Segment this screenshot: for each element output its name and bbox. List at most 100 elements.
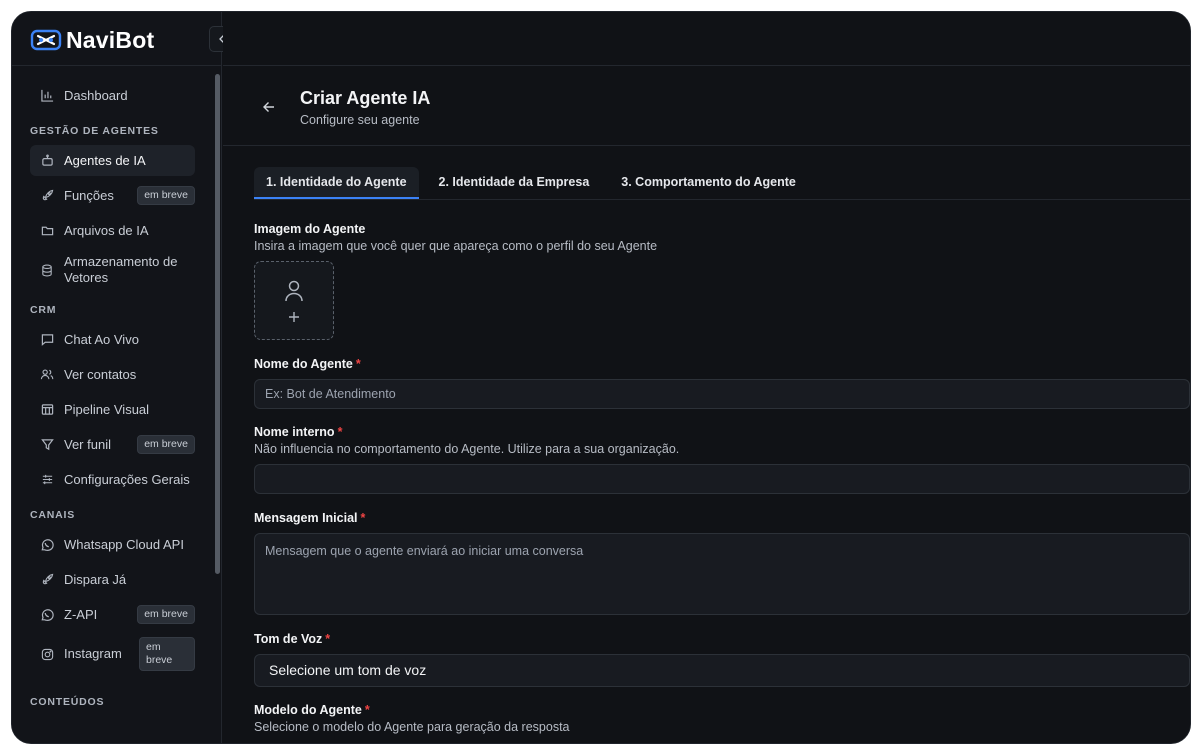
sidebar-item-chat-ao-vivo[interactable]: Chat Ao Vivo xyxy=(30,324,195,355)
users-icon xyxy=(40,368,54,382)
required-marker: * xyxy=(337,425,343,439)
whatsapp-icon xyxy=(40,608,54,622)
initial-message-textarea[interactable]: Mensagem que o agente enviará ao iniciar… xyxy=(254,533,1190,615)
tab-comportamento-agente[interactable]: 3. Comportamento do Agente xyxy=(609,167,808,199)
section-title-gestao: GESTÃO DE AGENTES xyxy=(30,125,159,137)
page-header: Criar Agente IA Configure seu agente xyxy=(223,66,1190,146)
sidebar-item-label: Z-API xyxy=(64,607,98,622)
sidebar-item-funcoes[interactable]: Funções em breve xyxy=(30,180,195,211)
field-label: Nome interno * xyxy=(254,425,1190,439)
kanban-icon xyxy=(40,403,54,417)
required-marker: * xyxy=(325,632,331,646)
page-subtitle: Configure seu agente xyxy=(300,113,420,127)
sidebar-item-label: Dashboard xyxy=(64,88,128,103)
image-upload-box[interactable] xyxy=(254,261,334,340)
sidebar-item-label: Dispara Já xyxy=(64,572,127,587)
folder-icon xyxy=(40,224,54,238)
field-internal-name: Nome interno * Não influencia no comporta… xyxy=(254,425,1190,494)
required-marker: * xyxy=(364,703,370,717)
sidebar-item-label: Chat Ao Vivo xyxy=(64,332,139,347)
field-label-text: Mensagem Inicial xyxy=(254,511,358,525)
field-label-text: Tom de Voz xyxy=(254,632,323,646)
sidebar-item-label: Armazenamento de Vetores xyxy=(64,254,178,285)
sidebar-item-label: Ver funil xyxy=(64,437,111,452)
sidebar-nav: Dashboard GESTÃO DE AGENTES Agentes de I… xyxy=(30,80,195,716)
top-bar xyxy=(223,12,1190,66)
page-title: Criar Agente IA xyxy=(300,88,431,108)
field-help: Não influencia no comportamento do Agent… xyxy=(254,442,680,456)
field-label-text: Nome do Agente xyxy=(254,357,353,371)
required-marker: * xyxy=(355,357,361,371)
tab-identidade-agente[interactable]: 1. Identidade do Agente xyxy=(254,167,419,199)
sidebar-item-label: Ver contatos xyxy=(64,367,137,382)
sidebar: NaviBot Dashboard GESTÃO DE AGENTES Agen… xyxy=(12,12,222,743)
field-agent-name: Nome do Agente * Ex: Bot de Atendimento xyxy=(254,357,1190,409)
instagram-icon xyxy=(40,647,54,661)
sliders-icon xyxy=(40,473,54,487)
field-help: Insira a imagem que você quer que apareç… xyxy=(254,239,658,253)
bot-icon xyxy=(40,154,54,168)
sidebar-divider xyxy=(12,65,222,66)
field-tone: Tom de Voz * Selecione um tom de voz xyxy=(254,632,1190,687)
field-label: Modelo do Agente * xyxy=(254,703,1190,717)
user-icon xyxy=(285,280,303,301)
sidebar-item-ver-contatos[interactable]: Ver contatos xyxy=(30,359,195,390)
form-tabs: 1. Identidade do Agente 2. Identidade da… xyxy=(254,167,1190,200)
sidebar-item-label: Configurações Gerais xyxy=(64,472,190,487)
sidebar-item-dispara-ja[interactable]: Dispara Já xyxy=(30,564,195,595)
sidebar-item-agentes-ia[interactable]: Agentes de IA xyxy=(30,145,195,176)
field-label: Mensagem Inicial * xyxy=(254,511,1190,525)
coming-soon-badge: em breve xyxy=(137,435,195,454)
field-label: Tom de Voz * xyxy=(254,632,1190,646)
plus-icon xyxy=(289,311,299,322)
field-model: Modelo do Agente * Selecione o modelo do … xyxy=(254,703,1190,734)
field-help: Selecione o modelo do Agente para geraçã… xyxy=(254,720,570,734)
coming-soon-badge: em breve xyxy=(139,637,195,671)
app-window: NaviBot Dashboard GESTÃO DE AGENTES Agen… xyxy=(11,11,1191,744)
sidebar-item-label: Whatsapp Cloud API xyxy=(64,537,184,552)
sidebar-item-label: Instagram xyxy=(64,646,122,661)
agent-form: Imagem do Agente Insira a imagem que voc… xyxy=(254,222,1190,734)
internal-name-input[interactable] xyxy=(254,464,1190,494)
sidebar-item-label: Funções xyxy=(64,188,114,203)
sidebar-item-label: Agentes de IA xyxy=(64,153,146,168)
sidebar-item-whatsapp-cloud-api[interactable]: Whatsapp Cloud API xyxy=(30,529,195,560)
sidebar-item-label: Arquivos de IA xyxy=(64,223,149,238)
sidebar-scrollbar[interactable] xyxy=(215,74,220,574)
section-title-crm: CRM xyxy=(30,304,57,316)
sidebar-item-configuracoes-gerais[interactable]: Configurações Gerais xyxy=(30,464,195,495)
tab-identidade-empresa[interactable]: 2. Identidade da Empresa xyxy=(427,167,602,199)
field-label: Nome do Agente * xyxy=(254,357,1190,371)
coming-soon-badge: em breve xyxy=(137,605,195,624)
rocket-icon xyxy=(40,189,54,203)
sidebar-item-armazenamento-vetores[interactable]: Armazenamento de Vetores xyxy=(30,250,195,290)
section-title-canais: CANAIS xyxy=(30,509,76,521)
arrow-left-icon xyxy=(263,102,274,112)
coming-soon-badge: em breve xyxy=(137,186,195,205)
sidebar-item-arquivos-ia[interactable]: Arquivos de IA xyxy=(30,215,195,246)
chat-icon xyxy=(40,333,54,347)
sidebar-item-z-api[interactable]: Z-API em breve xyxy=(30,599,195,630)
sidebar-item-instagram[interactable]: Instagram em breve xyxy=(30,634,195,674)
bar-chart-icon xyxy=(40,89,54,103)
back-button[interactable] xyxy=(261,99,277,115)
rocket-icon xyxy=(40,573,54,587)
field-label-text: Modelo do Agente xyxy=(254,703,362,717)
brand-name: NaviBot xyxy=(66,26,155,53)
sidebar-item-pipeline-visual[interactable]: Pipeline Visual xyxy=(30,394,195,425)
brand-logo[interactable]: NaviBot xyxy=(30,26,154,54)
agent-name-input[interactable]: Ex: Bot de Atendimento xyxy=(254,379,1190,409)
whatsapp-icon xyxy=(40,538,54,552)
sidebar-item-dashboard[interactable]: Dashboard xyxy=(30,80,195,111)
required-marker: * xyxy=(360,511,366,525)
navibot-logo-icon xyxy=(30,29,62,51)
sidebar-item-label: Pipeline Visual xyxy=(64,402,150,417)
sidebar-item-ver-funil[interactable]: Ver funil em breve xyxy=(30,429,195,460)
database-icon xyxy=(40,263,54,277)
funnel-icon xyxy=(40,438,54,452)
main-content: Criar Agente IA Configure seu agente 1. … xyxy=(223,12,1190,743)
field-initial-message: Mensagem Inicial * Mensagem que o agente … xyxy=(254,511,1190,615)
tone-select[interactable]: Selecione um tom de voz xyxy=(254,654,1190,687)
field-label-text: Nome interno xyxy=(254,425,335,439)
field-agent-image: Imagem do Agente Insira a imagem que voc… xyxy=(254,222,1190,340)
